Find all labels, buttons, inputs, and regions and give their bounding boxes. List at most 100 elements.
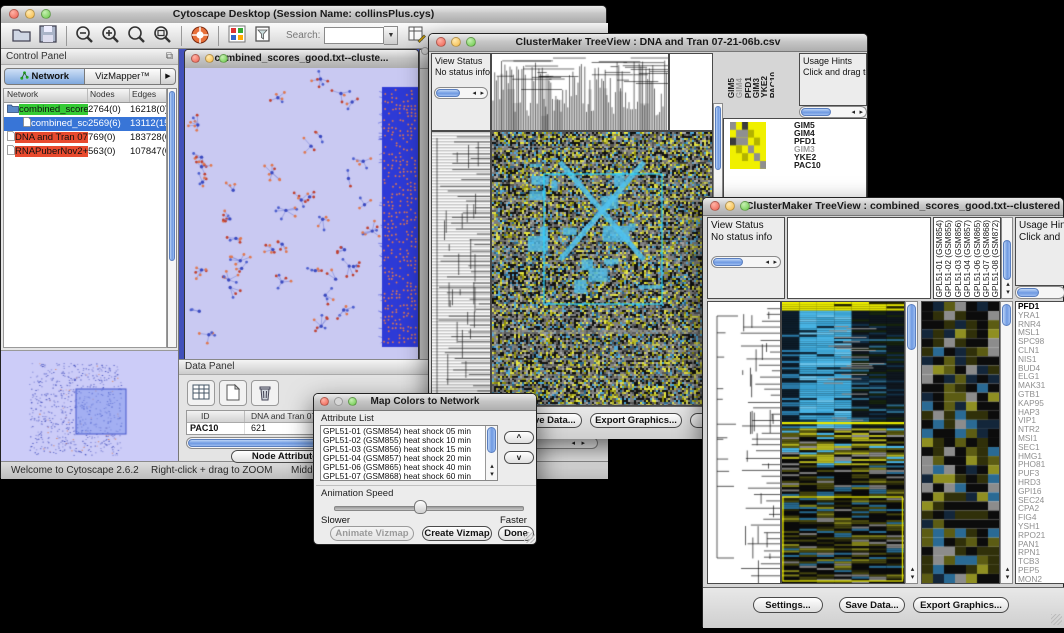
network-list-row[interactable]: combined_scores2764(0)16218(0) [4,103,166,117]
node-count: 2569(6) [88,117,130,131]
column-label[interactable]: GPL51-07 (GSM868) [982,220,991,297]
attribute-list-scrollbar[interactable]: ▴ ▾ [485,426,497,480]
search-input[interactable] [324,27,384,44]
zoom-in-icon[interactable] [100,25,122,47]
column-label[interactable]: GPL51-02 (GSM855) [944,220,953,297]
zoom-out-icon[interactable] [74,25,96,47]
move-down-button[interactable]: v [504,451,534,464]
attribute-list-item[interactable]: GPL51-04 (GSM857) heat shock 20 min [323,454,484,463]
create-vizmap-button[interactable]: Create Vizmap [422,526,492,541]
table-select-icon[interactable] [187,380,215,406]
zoom-window-icon[interactable] [348,397,357,406]
animate-vizmap-button[interactable]: Animate Vizmap [330,526,414,541]
file-icon [7,132,15,143]
col-header-network[interactable]: Network [4,89,88,102]
attribute-list-item[interactable]: GPL51-01 (GSM854) heat shock 05 min [323,427,484,436]
tv2-column-labels-scrollbar[interactable]: ▴ ▾ [1001,217,1013,299]
zoom-window-icon[interactable] [740,201,750,211]
tv2-gene-dendrogram[interactable] [707,301,781,584]
network-list-row[interactable]: RNAPuberNov2+563(0)107847(0) [4,145,166,159]
tv2-global-vscrollbar[interactable]: ▴ ▾ [905,301,918,584]
frame-title-bar[interactable]: combined_scores_good.txt--cluste... [185,50,418,69]
attribute-list-item[interactable]: GPL51-02 (GSM855) heat shock 10 min [323,436,484,445]
column-label[interactable]: GPL51-03 (GSM856) [954,220,963,297]
tv1-mini-heatmap[interactable] [730,122,766,169]
zoom-window-icon[interactable] [41,9,51,19]
new-attribute-icon[interactable] [219,380,247,406]
dialog-title-bar[interactable]: Map Colors to Network [314,394,536,411]
tv2-global-heatmap[interactable] [781,301,905,584]
tv2-title-bar[interactable]: ClusterMaker TreeView : combined_scores_… [703,198,1063,216]
close-icon[interactable] [710,201,720,211]
attribute-list-item[interactable]: GPL51-06 (GSM865) heat shock 40 min [323,463,484,472]
delete-attribute-icon[interactable] [251,380,279,406]
settings-button[interactable]: Settings... [753,597,823,613]
zoom-fit-icon[interactable] [152,25,174,47]
close-icon[interactable] [436,37,446,47]
network-list-row[interactable]: DNA and Tran 07769(0)183728(0) [4,131,166,145]
move-up-button[interactable]: ^ [504,431,534,444]
animation-speed-slider[interactable] [334,506,524,511]
tv2-zoom-vscrollbar[interactable]: ▴ ▾ [1000,301,1013,584]
resize-grip[interactable] [524,532,535,543]
close-icon[interactable] [320,397,329,406]
tab-network[interactable]: Network [4,68,85,85]
tv2-zoom-heatmap[interactable] [921,301,1000,584]
col-header-nodes[interactable]: Nodes [88,89,130,102]
close-icon[interactable] [191,54,200,63]
tv1-view-status-scrollbar[interactable]: ◂▸ [434,87,488,99]
close-icon[interactable] [9,9,19,19]
minimize-icon[interactable] [25,9,35,19]
gene-label[interactable]: MON2 [1018,575,1064,584]
zoom-selected-icon[interactable] [126,25,148,47]
vizmapper-icon[interactable] [226,25,248,47]
save-session-icon[interactable] [37,25,59,47]
network-list-row[interactable]: combined_sco2569(6)13112(15) [4,117,166,131]
tv1-heatmap[interactable] [491,131,713,406]
export-graphics-button[interactable]: Export Graphics... [590,413,682,428]
col-header-edges[interactable]: Edges [130,89,167,102]
table-import-icon[interactable] [406,25,428,47]
maximize-icon[interactable] [219,54,228,63]
birdseye-view[interactable] [1,350,178,462]
tv1-column-dendrogram[interactable] [491,53,669,131]
network-canvas[interactable] [185,68,418,363]
search-dropdown-icon[interactable]: ▼ [384,26,398,45]
tab-overflow-icon[interactable]: ▶ [161,68,176,85]
minimize-icon[interactable] [205,54,214,63]
tab-vizmapper[interactable]: VizMapper™ [85,68,161,85]
id-column-header[interactable]: ID [187,411,245,422]
tv2-column-dendrogram[interactable] [787,217,931,299]
attribute-list-item[interactable]: GPL51-07 (GSM868) heat shock 60 min [323,472,484,481]
zoom-window-icon[interactable] [466,37,476,47]
main-title-bar[interactable]: Cytoscape Desktop (Session Name: collins… [1,6,606,24]
export-graphics-button[interactable]: Export Graphics... [913,597,1009,613]
attribute-list[interactable]: GPL51-01 (GSM854) heat shock 05 minGPL51… [320,425,498,481]
filter-icon[interactable] [252,25,274,47]
column-label[interactable]: GPL51-06 (GSM865) [973,220,982,297]
annotation-ring-icon[interactable] [189,25,211,47]
slider-thumb[interactable] [414,500,427,514]
minimize-icon[interactable] [451,37,461,47]
tv2-view-status-scrollbar[interactable]: ◂▸ [711,256,781,268]
row-label[interactable]: PAC10 [794,161,821,169]
float-panel-icon[interactable]: ⧉ [166,49,173,64]
status-welcome: Welcome to Cytoscape 2.6.2 [11,465,139,476]
column-label[interactable]: GPL51-04 (GSM857) [963,220,972,297]
column-label[interactable]: GPL51-08 (GSM872) [991,220,1000,297]
tv1-gene-dendrogram[interactable] [431,131,491,406]
birdseye-canvas[interactable] [1,351,178,462]
tv2-usage-hints-scrollbar[interactable] [1015,286,1064,299]
open-session-icon[interactable] [11,25,33,47]
tv1-usage-hints-scrollbar[interactable]: ◂▸ [799,106,867,118]
tv1-view-status-panel: View StatusNo status info for ◂▸ [431,53,491,131]
edge-count: 183728(0) [130,131,166,145]
attribute-list-item[interactable]: GPL51-03 (GSM856) heat shock 15 min [323,445,484,454]
save-data-button[interactable]: Save Data... [839,597,905,613]
resize-grip[interactable] [1051,614,1062,625]
column-label[interactable]: GPL51-01 (GSM854) [935,220,944,297]
column-label[interactable]: PAC10 [768,72,775,98]
tv1-title-bar[interactable]: ClusterMaker TreeView : DNA and Tran 07-… [429,34,867,52]
network-list-scrollbar[interactable] [167,88,177,348]
minimize-icon[interactable] [725,201,735,211]
